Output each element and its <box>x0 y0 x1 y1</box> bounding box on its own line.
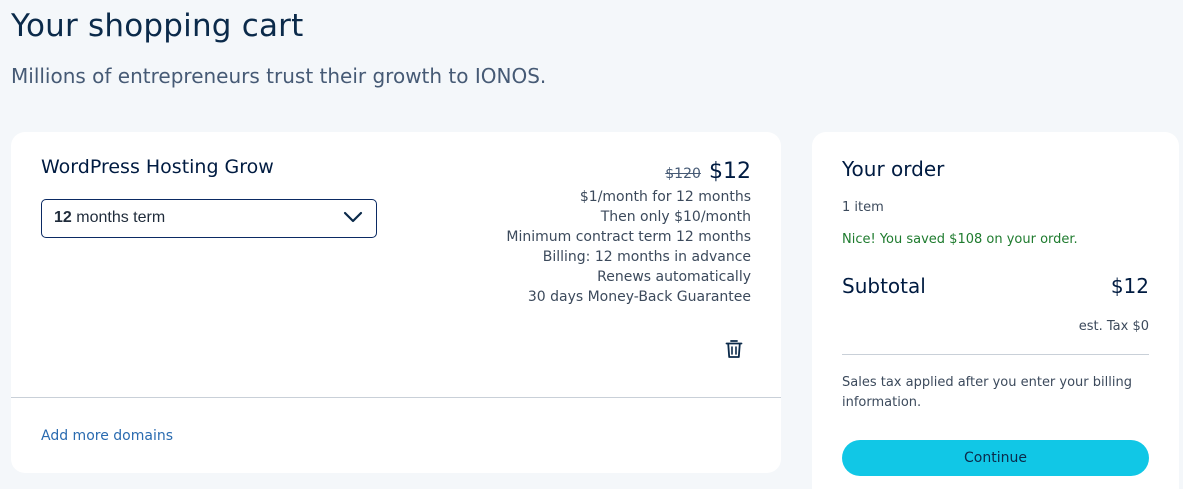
tax-estimate: est. Tax $0 <box>1078 319 1149 334</box>
old-price: $120 <box>665 166 701 182</box>
term-select-value-text: months term <box>71 209 166 226</box>
price-row: $120 $12 <box>506 159 751 187</box>
term-select-value-number: 12 <box>54 209 72 226</box>
page-title: Your shopping cart <box>11 8 304 44</box>
card-divider <box>11 397 781 398</box>
item-count: 1 item <box>842 200 884 215</box>
price-detail: Minimum contract term 12 months <box>506 229 751 245</box>
price-detail: 30 days Money-Back Guarantee <box>527 289 751 305</box>
page-subtitle: Millions of entrepreneurs trust their gr… <box>11 64 547 88</box>
term-select[interactable]: 12 months term <box>41 199 377 238</box>
chevron-down-icon <box>343 211 363 223</box>
subtotal-label: Subtotal <box>842 274 926 298</box>
cart-item-card: WordPress Hosting Grow 12 months term $1… <box>11 132 781 473</box>
continue-button[interactable]: Continue <box>842 440 1149 476</box>
subtotal-value: $12 <box>1110 274 1149 298</box>
price-detail: Billing: 12 months in advance <box>542 249 751 265</box>
price-block: $120 $12 $1/month for 12 months Then onl… <box>506 159 751 307</box>
cart-page: Your shopping cart Millions of entrepren… <box>0 0 1183 489</box>
price-detail: Then only $10/month <box>600 209 751 225</box>
order-divider <box>842 354 1149 355</box>
order-summary-card: Your order 1 item Nice! You saved $108 o… <box>812 132 1179 489</box>
trash-icon[interactable] <box>725 339 743 359</box>
add-more-domains-link[interactable]: Add more domains <box>41 428 173 444</box>
new-price: $12 <box>709 159 751 184</box>
order-title: Your order <box>842 157 945 181</box>
price-detail: $1/month for 12 months <box>579 189 751 205</box>
savings-message: Nice! You saved $108 on your order. <box>842 232 1078 247</box>
price-detail: Renews automatically <box>597 269 751 285</box>
sales-tax-note: Sales tax applied after you enter your b… <box>842 375 1132 410</box>
product-name: WordPress Hosting Grow <box>41 156 274 178</box>
